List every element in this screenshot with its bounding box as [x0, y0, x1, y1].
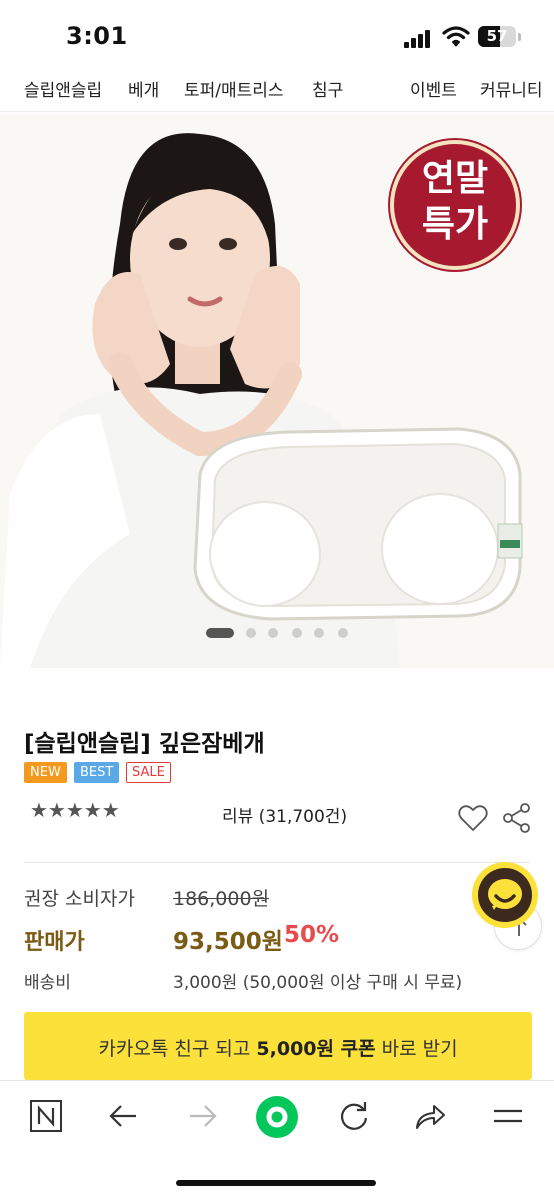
category-nav: 슬립앤슬립 베개 토퍼/매트리스 침구 이벤트 커뮤니티	[0, 66, 554, 112]
kakao-text-pre: 카카오톡 친구 되고	[98, 1038, 257, 1060]
cellular-signal-icon	[404, 28, 434, 48]
sale-price-label: 판매가	[24, 930, 85, 955]
home-indicator	[176, 1180, 376, 1186]
rating-stars: ★★★★★	[30, 798, 120, 822]
carousel-dot[interactable]	[292, 628, 302, 638]
refresh-icon[interactable]	[334, 1096, 374, 1136]
carousel-dot[interactable]	[338, 628, 348, 638]
nav-item-community[interactable]: 커뮤니티	[480, 76, 543, 101]
nav-item-brand[interactable]: 슬립앤슬립	[24, 76, 102, 101]
battery-icon: 57	[478, 26, 516, 47]
arrow-right-icon	[190, 1105, 217, 1127]
nav-item-event[interactable]: 이벤트	[410, 76, 457, 101]
status-time: 3:01	[66, 22, 128, 50]
kakao-text-bold: 5,000원 쿠폰	[256, 1038, 376, 1060]
carousel-dot[interactable]	[268, 628, 278, 638]
kakao-chat-icon	[478, 868, 532, 922]
section-divider	[24, 862, 530, 863]
carousel-dot[interactable]	[246, 628, 256, 638]
product-title: [슬립앤슬립] 깊은잠베개	[24, 731, 265, 757]
status-bar: 3:01 57	[0, 0, 554, 66]
kakao-coupon-banner[interactable]: 카카오톡 친구 되고 5,000원 쿠폰 바로 받기	[24, 1012, 532, 1080]
wifi-icon	[442, 26, 470, 47]
year-end-sale-badge-text: 연말 특가	[390, 156, 520, 248]
heart-icon[interactable]	[458, 804, 488, 832]
nav-item-bedding[interactable]: 침구	[312, 76, 343, 101]
sale-price-value: 93,500원	[173, 929, 283, 955]
carousel-dot[interactable]	[314, 628, 324, 638]
nav-item-pillow[interactable]: 베개	[128, 76, 159, 101]
tag-sale: SALE	[126, 762, 171, 783]
green-home-icon[interactable]	[254, 1094, 300, 1140]
kakao-chat-button[interactable]	[472, 862, 538, 928]
review-count-link[interactable]: 리뷰 (31,700건)	[222, 802, 347, 827]
badge-line-1: 연말	[421, 158, 489, 199]
kakao-text-post: 바로 받기	[375, 1038, 458, 1060]
kakao-coupon-text: 카카오톡 친구 되고 5,000원 쿠폰 바로 받기	[24, 1034, 532, 1061]
menu-icon[interactable]	[488, 1096, 528, 1136]
shipping-value: 3,000원 (50,000원 이상 구매 시 무료)	[173, 973, 463, 993]
msrp-value: 186,000원	[173, 888, 270, 910]
kakao-face-icon	[488, 879, 522, 910]
battery-percent: 57	[486, 27, 508, 45]
naver-n-icon[interactable]	[26, 1096, 66, 1136]
discount-rate: 50%	[284, 922, 340, 948]
share-arrow-icon[interactable]	[410, 1096, 450, 1136]
shipping-label: 배송비	[24, 973, 71, 993]
tag-new: NEW	[24, 762, 67, 783]
badge-line-2: 특가	[421, 204, 489, 245]
share-icon[interactable]	[502, 802, 532, 834]
battery-cap	[518, 33, 521, 41]
nav-item-topper-mattress[interactable]: 토퍼/매트리스	[184, 76, 284, 101]
tag-best: BEST	[74, 762, 120, 783]
carousel-indicator	[206, 628, 366, 640]
arrow-left-icon[interactable]	[104, 1096, 144, 1136]
carousel-dot-active[interactable]	[206, 628, 234, 638]
msrp-label: 권장 소비자가	[24, 888, 135, 910]
